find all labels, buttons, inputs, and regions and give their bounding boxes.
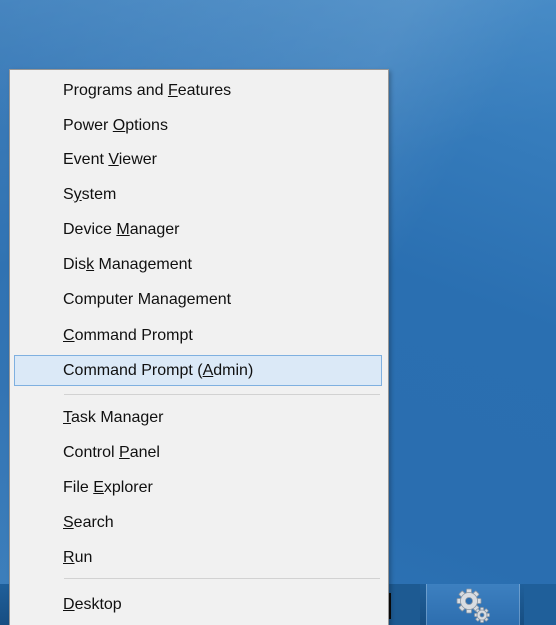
settings-gears-icon <box>456 588 490 623</box>
menu-item-command-prompt-admin[interactable]: Command Prompt (Admin) <box>14 355 382 386</box>
taskbar-right-area <box>524 584 556 625</box>
menu-item-event-viewer[interactable]: Event Viewer <box>14 144 382 175</box>
menu-item-task-manager[interactable]: Task Manager <box>14 402 382 433</box>
menu-item-programs-and-features[interactable]: Programs and Features <box>14 75 382 106</box>
menu-item-computer-management[interactable]: Computer Management <box>14 284 382 315</box>
menu-item-device-manager[interactable]: Device Manager <box>14 214 382 245</box>
menu-item-command-prompt[interactable]: Command Prompt <box>14 320 382 351</box>
winx-context-menu: Programs and Features Power Options Even… <box>9 69 389 625</box>
menu-item-run[interactable]: Run <box>14 542 382 573</box>
menu-item-file-explorer[interactable]: File Explorer <box>14 472 382 503</box>
menu-item-search[interactable]: Search <box>14 507 382 538</box>
menu-item-desktop[interactable]: Desktop <box>14 589 382 620</box>
menu-item-power-options[interactable]: Power Options <box>14 110 382 141</box>
menu-item-system[interactable]: System <box>14 179 382 210</box>
menu-separator <box>64 394 380 395</box>
menu-item-disk-management[interactable]: Disk Management <box>14 249 382 280</box>
menu-item-control-panel[interactable]: Control Panel <box>14 437 382 468</box>
taskbar-settings-button[interactable] <box>426 584 520 625</box>
menu-separator <box>64 578 380 579</box>
